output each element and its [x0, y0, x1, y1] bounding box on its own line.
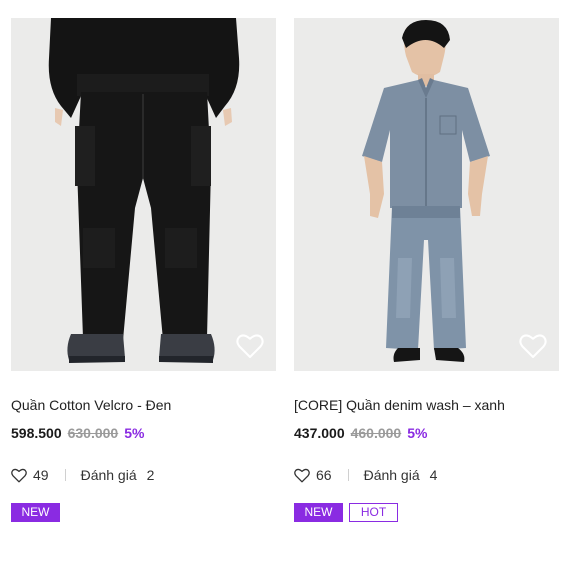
- heart-outline-icon[interactable]: [11, 468, 27, 483]
- product-title[interactable]: [CORE] Quần denim wash – xanh: [294, 396, 559, 414]
- discount-percent: 5%: [407, 425, 428, 441]
- divider: [347, 469, 349, 481]
- wishlist-heart-icon[interactable]: [236, 333, 264, 359]
- product-tags: NEW HOT: [294, 503, 559, 522]
- original-price: 460.000: [350, 425, 402, 441]
- product-tags: NEW: [11, 503, 276, 522]
- product-image[interactable]: [11, 18, 276, 371]
- product-stats: 49 Đánh giá 2: [11, 466, 276, 484]
- rating-label: Đánh giá: [363, 467, 420, 483]
- heart-outline-icon[interactable]: [294, 468, 310, 483]
- product-card[interactable]: [CORE] Quần denim wash – xanh 437.000 460…: [294, 18, 559, 522]
- rating-count: 2: [146, 467, 155, 483]
- wishlist-heart-icon[interactable]: [519, 333, 547, 359]
- product-price-row: 598.500 630.000 5%: [11, 424, 276, 442]
- new-badge: NEW: [294, 503, 343, 522]
- like-count: 66: [316, 467, 332, 483]
- product-stats: 66 Đánh giá 4: [294, 466, 559, 484]
- rating-count: 4: [429, 467, 438, 483]
- product-card[interactable]: Quần Cotton Velcro - Đen 598.500 630.000 5…: [11, 18, 276, 522]
- product-title[interactable]: Quần Cotton Velcro - Đen: [11, 396, 276, 414]
- rating-label: Đánh giá: [80, 467, 137, 483]
- denim-outfit-photo: [294, 18, 559, 371]
- current-price: 437.000: [294, 425, 345, 441]
- product-image[interactable]: [294, 18, 559, 371]
- new-badge: NEW: [11, 503, 60, 522]
- like-count: 49: [33, 467, 49, 483]
- divider: [64, 469, 66, 481]
- hot-badge: HOT: [349, 503, 398, 522]
- original-price: 630.000: [67, 425, 119, 441]
- product-grid: Quần Cotton Velcro - Đen 598.500 630.000 5…: [0, 0, 571, 566]
- product-price-row: 437.000 460.000 5%: [294, 424, 559, 442]
- black-cargo-pants-photo: [11, 18, 276, 371]
- current-price: 598.500: [11, 425, 62, 441]
- discount-percent: 5%: [124, 425, 145, 441]
